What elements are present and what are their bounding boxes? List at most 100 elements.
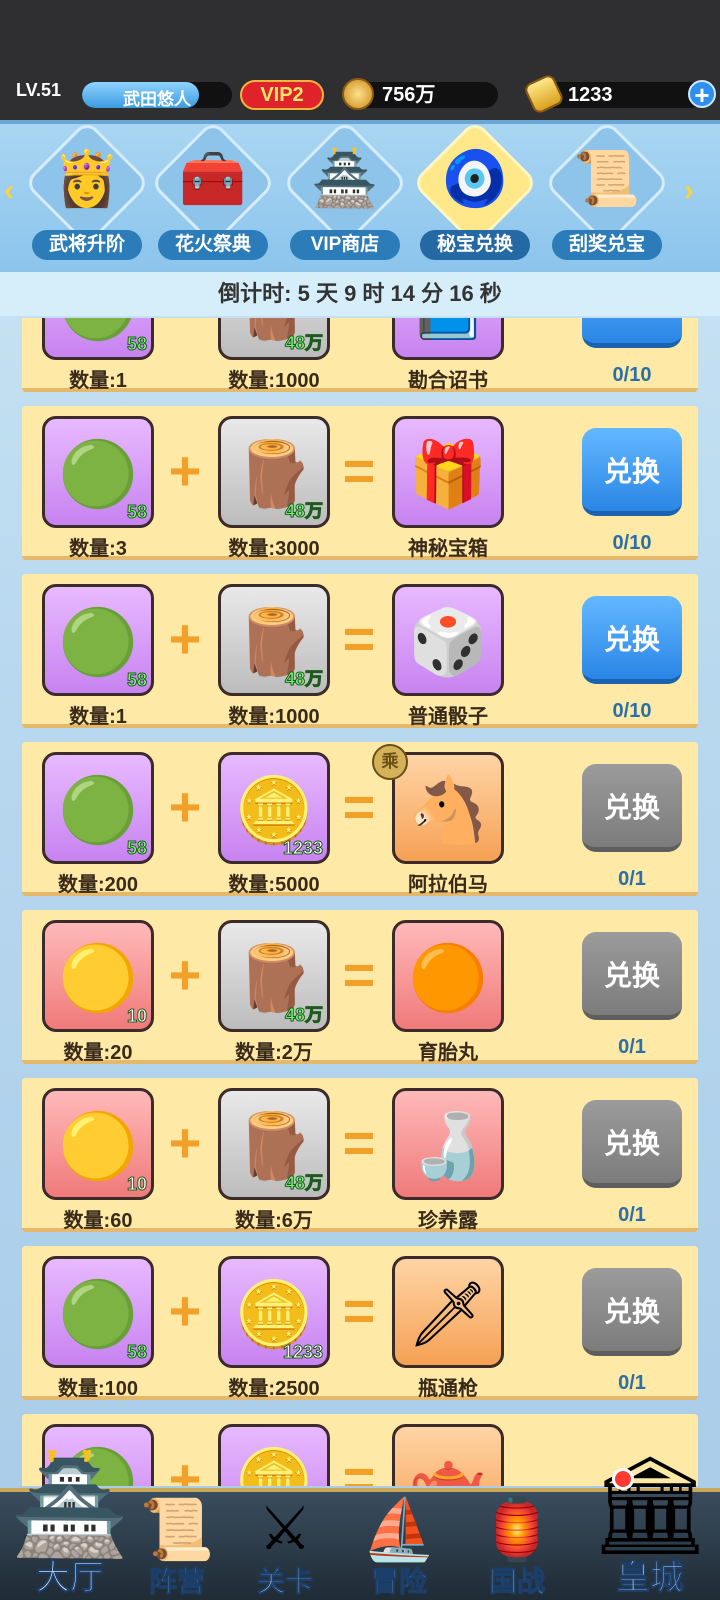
tab-hero-upgrade[interactable]: 👸 武将升阶 — [23, 119, 151, 262]
jade-ring-slot[interactable]: 🟢 58 — [42, 416, 154, 528]
jade-ring-slot[interactable]: 🟢 58 — [42, 1256, 154, 1368]
plus-sign: + — [168, 1279, 202, 1342]
reward-name: 神秘宝箱 — [408, 538, 488, 560]
imperial-palace-icon: 🏛 — [589, 1452, 711, 1559]
add-gold-button[interactable]: + — [688, 80, 716, 108]
required-quantity: 数量:1 — [69, 706, 127, 728]
equals-sign: = — [342, 1111, 376, 1174]
reward-slot[interactable]: 🍶 — [392, 1088, 504, 1200]
tab-treasure-exchange[interactable]: 🧿 秘宝兑换 — [411, 119, 539, 262]
reward-slot[interactable]: 🐴 — [392, 752, 504, 864]
gold-ingot-icon: 🪙 — [234, 774, 314, 846]
nav-camp[interactable]: 📜 阵营 — [118, 1490, 236, 1600]
nav-label: 阵营 — [148, 1566, 205, 1598]
reward-slot[interactable]: 🎲 — [392, 584, 504, 696]
exchange-row: 🟢 58 数量:200 + 🪙 1233 数量:5000 = 🐴 乘 阿拉伯马 … — [22, 742, 698, 896]
required-quantity: 数量:3000 — [228, 538, 320, 560]
gold-coin-slot[interactable]: 🟡 10 — [42, 1088, 154, 1200]
token-slot[interactable]: 🪵 48万 — [218, 920, 330, 1032]
equals-sign: = — [334, 318, 384, 331]
treasure-chest-icon: 🧰 — [179, 149, 247, 209]
plus-sign: + — [168, 1111, 202, 1174]
scroll-map-icon: 📜 — [139, 1496, 215, 1563]
nav-national-war[interactable]: 🏮 国战 — [458, 1490, 576, 1600]
exchange-progress: 0/1 — [618, 1372, 646, 1394]
owned-count: 10 — [126, 1006, 147, 1027]
required-quantity: 数量:6万 — [235, 1210, 313, 1232]
exchange-button[interactable]: 兑换 — [582, 932, 682, 1020]
reward-slot[interactable]: 🎁 — [392, 416, 504, 528]
coin-icon — [342, 78, 374, 110]
exchange-row: 🟢 58 数量:1 + 🪵 48万 数量:1000 = 📘 勘合诏书 兑换 0/… — [22, 318, 698, 392]
scroll-right-icon[interactable]: › — [684, 174, 694, 208]
jade-ring-slot[interactable]: 🟢 58 — [42, 318, 154, 360]
equals-sign: = — [342, 1279, 376, 1342]
player-name-bar[interactable]: 武田悠人 — [82, 82, 232, 108]
tab-firework-festival[interactable]: 🧰 花火祭典 — [149, 119, 277, 262]
gold-ingot-icon — [522, 72, 566, 116]
jade-ring-slot[interactable]: 🟢 58 — [42, 584, 154, 696]
plus-sign: + — [168, 439, 202, 502]
token-slot[interactable]: 🪵 48万 — [218, 584, 330, 696]
spear-icon: 🗡 — [407, 1278, 489, 1350]
vip-badge[interactable]: VIP2 — [240, 80, 324, 110]
coin-amount: 756万 — [382, 84, 436, 106]
jade-ring-slot[interactable]: 🟢 58 — [42, 752, 154, 864]
golden-pill-icon: 🟠 — [408, 942, 488, 1014]
exchange-button[interactable]: 兑换 — [582, 428, 682, 516]
mystery-chest-icon: 🎁 — [408, 438, 488, 510]
bottom-navigation: 🏯 大厅 📜 阵营 ⚔ 关卡 ⛵ 冒险 🏮 国战 🏛 皇城 — [0, 1440, 720, 1600]
required-quantity: 数量:200 — [57, 874, 139, 896]
tab-label: 秘宝兑换 — [420, 230, 530, 260]
required-quantity: 数量:5000 — [228, 874, 320, 896]
required-quantity: 数量:2500 — [228, 1378, 320, 1400]
nav-stages[interactable]: ⚔ 关卡 — [226, 1490, 344, 1600]
edict-scroll-icon: 📘 — [395, 318, 501, 344]
nav-label: 冒险 — [370, 1566, 427, 1598]
gold-coin-icon: 🟡 — [58, 1110, 138, 1182]
required-quantity: 数量:1 — [69, 370, 127, 392]
owned-count: 1233 — [282, 1342, 323, 1363]
jade-ring-icon: 🟢 — [58, 438, 138, 510]
exchange-row: 🟡 10 数量:20 + 🪵 48万 数量:2万 = 🟠 育胎丸 兑换 0/1 — [22, 910, 698, 1064]
gold-coin-slot[interactable]: 🟡 10 — [42, 920, 154, 1032]
exchange-button[interactable]: 兑换 — [582, 318, 682, 348]
reward-name: 育胎丸 — [418, 1042, 478, 1064]
warrior-girl-icon: 👸 — [53, 149, 121, 209]
owned-count: 48万 — [284, 1173, 323, 1194]
exchange-button[interactable]: 兑换 — [582, 1268, 682, 1356]
gold-ingot-slot[interactable]: 🪙 1233 — [218, 1256, 330, 1368]
exchange-list[interactable]: 🟢 58 数量:1 + 🪵 48万 数量:1000 = 📘 勘合诏书 兑换 0/… — [0, 318, 720, 1486]
token-slot[interactable]: 🪵 48万 — [218, 416, 330, 528]
token-slot[interactable]: 🪵 48万 — [218, 1088, 330, 1200]
crossed-swords-icon: ⚔ — [258, 1495, 312, 1562]
required-quantity: 数量:60 — [63, 1210, 133, 1232]
exchange-row: 🟡 10 数量:60 + 🪵 48万 数量:6万 = 🍶 珍养露 兑换 0/1 — [22, 1078, 698, 1232]
nav-imperial-city[interactable]: 🏛 皇城 — [580, 1440, 720, 1600]
tab-vip-shop[interactable]: 🏯 VIP商店 — [281, 119, 409, 262]
porcelain-bottle-icon: 🍶 — [408, 1110, 488, 1182]
reward-slot[interactable]: 📘 — [392, 318, 504, 360]
required-quantity: 数量:100 — [57, 1378, 139, 1400]
exchange-button[interactable]: 兑换 — [582, 1100, 682, 1188]
reward-slot[interactable]: 🟠 — [392, 920, 504, 1032]
exchange-button[interactable]: 兑换 — [582, 596, 682, 684]
coin-counter: 756万 — [342, 78, 498, 110]
scroll-left-icon[interactable]: ‹ — [4, 174, 14, 208]
owned-count: 58 — [126, 502, 147, 523]
gold-coin-icon: 🟡 — [58, 942, 138, 1014]
exchange-button[interactable]: 兑换 — [582, 764, 682, 852]
owned-count: 48万 — [284, 1005, 323, 1026]
reward-name: 普通骰子 — [408, 706, 488, 728]
nav-label: 关卡 — [256, 1566, 313, 1598]
nav-adventure[interactable]: ⛵ 冒险 — [340, 1490, 458, 1600]
reward-slot[interactable]: 🗡 — [392, 1256, 504, 1368]
token-slot[interactable]: 🪵 48万 — [218, 318, 330, 360]
exchange-progress: 0/1 — [618, 1204, 646, 1226]
gold-ingot-slot[interactable]: 🪙 1233 — [218, 752, 330, 864]
jade-amulet-icon: 🧿 — [441, 149, 509, 209]
tab-scratch-card[interactable]: 📜 刮奖兑宝 — [543, 119, 671, 262]
exchange-row: 🟢 58 数量:100 + 🪙 1233 数量:2500 = 🗡 瓶通枪 兑换 … — [22, 1246, 698, 1400]
event-countdown: 倒计时: 5 天 9 时 14 分 16 秒 — [0, 272, 720, 316]
jade-ring-icon: 🟢 — [58, 1278, 138, 1350]
